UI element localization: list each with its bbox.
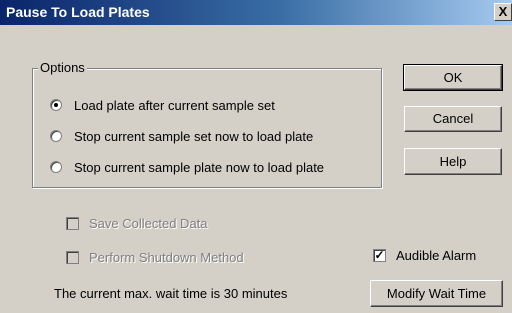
radio-label: Load plate after current sample set	[74, 97, 275, 113]
audible-alarm-checkbox[interactable]: ✓ Audible Alarm	[373, 246, 476, 264]
radio-button-icon[interactable]	[50, 130, 62, 142]
checkbox-icon[interactable]	[66, 216, 79, 230]
title-bar[interactable]: Pause To Load Plates X	[0, 0, 512, 25]
modify-wait-time-button[interactable]: Modify Wait Time	[370, 280, 503, 307]
radio-stop-sample-set[interactable]: Stop current sample set now to load plat…	[50, 127, 313, 145]
radio-label: Stop current sample plate now to load pl…	[74, 159, 325, 175]
checkbox-label: Save Collected Data	[89, 215, 208, 231]
checkmark-icon[interactable]: ✓	[373, 248, 386, 262]
checkbox-icon[interactable]	[66, 250, 79, 264]
cancel-button[interactable]: Cancel	[404, 106, 502, 132]
help-button[interactable]: Help	[404, 148, 502, 175]
close-icon: X	[498, 4, 508, 19]
save-collected-data-checkbox[interactable]: Save Collected Data	[66, 214, 208, 232]
checkbox-label: Perform Shutdown Method	[89, 249, 244, 265]
radio-label: Stop current sample set now to load plat…	[74, 128, 314, 144]
perform-shutdown-checkbox[interactable]: Perform Shutdown Method	[66, 248, 244, 266]
close-button[interactable]: X	[494, 3, 512, 21]
radio-stop-sample-plate[interactable]: Stop current sample plate now to load pl…	[50, 158, 324, 176]
options-legend: Options	[38, 60, 87, 75]
checkbox-label: Audible Alarm	[396, 247, 477, 263]
radio-button-icon[interactable]	[50, 161, 62, 173]
ok-button[interactable]: OK	[403, 64, 503, 91]
wait-time-status: The current max. wait time is 30 minutes	[54, 286, 288, 301]
radio-button-icon[interactable]	[50, 99, 62, 111]
radio-load-after-set[interactable]: Load plate after current sample set	[50, 96, 275, 114]
window-title: Pause To Load Plates	[6, 4, 150, 20]
